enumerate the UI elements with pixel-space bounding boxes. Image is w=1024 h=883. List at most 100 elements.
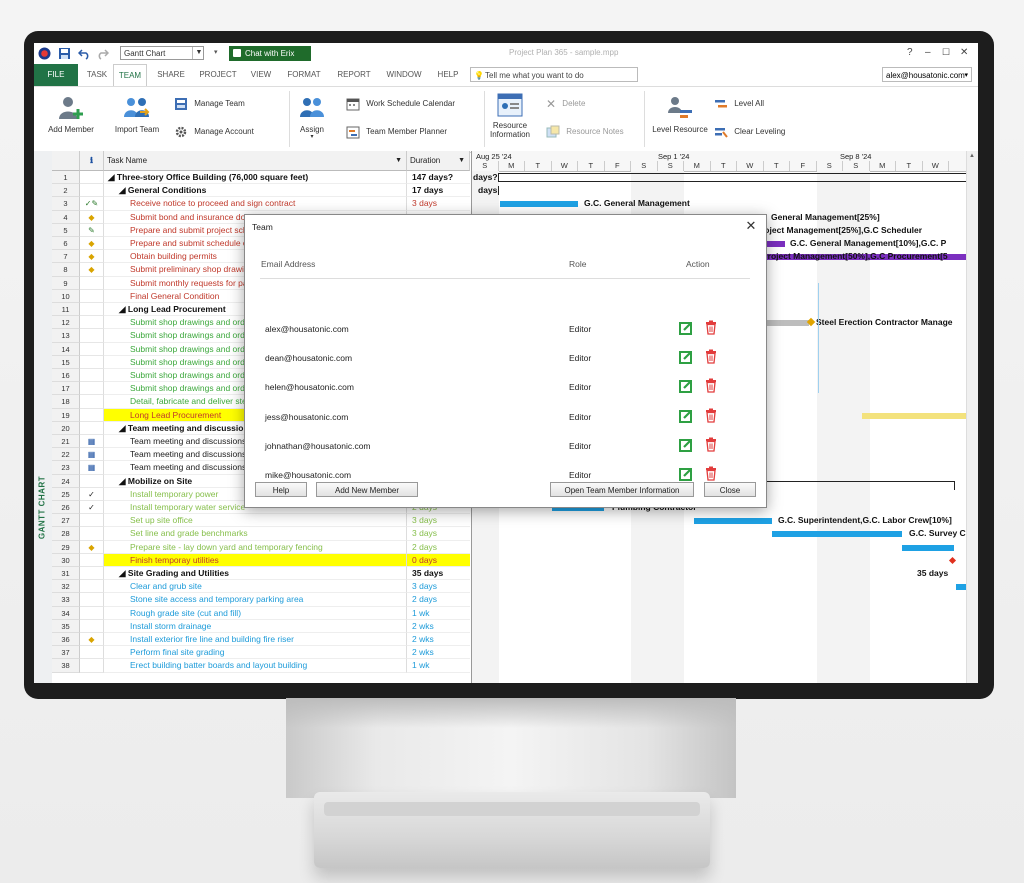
- work-schedule-calendar-button[interactable]: Work Schedule Calendar: [346, 97, 455, 111]
- delete-button[interactable]: ✕ Delete: [546, 97, 585, 111]
- task-bar[interactable]: [764, 320, 809, 327]
- table-row[interactable]: 30 Finish temporay utilities 0 days: [52, 553, 470, 567]
- row-id[interactable]: 18: [52, 395, 80, 409]
- task-bar[interactable]: [772, 531, 902, 538]
- duration-cell[interactable]: 3 days: [407, 514, 470, 528]
- tab-share[interactable]: SHARE: [154, 64, 188, 86]
- info-column-icon[interactable]: ℹ: [80, 151, 104, 171]
- close-window-button[interactable]: ✕: [960, 47, 968, 58]
- task-name-cell[interactable]: Install storm drainage: [104, 619, 407, 633]
- row-id[interactable]: 30: [52, 553, 80, 567]
- minimize-button[interactable]: –: [925, 47, 931, 58]
- task-name-cell[interactable]: Receive notice to proceed and sign contr…: [104, 197, 407, 211]
- table-row[interactable]: 31 ◢ Site Grading and Utilities 35 days: [52, 567, 470, 581]
- row-id[interactable]: 25: [52, 487, 80, 501]
- row-id[interactable]: 15: [52, 355, 80, 369]
- duration-cell[interactable]: 1 wk: [407, 659, 470, 673]
- row-id[interactable]: 6: [52, 237, 80, 251]
- table-row[interactable]: 28 Set line and grade benchmarks 3 days: [52, 527, 470, 541]
- row-id[interactable]: 34: [52, 606, 80, 620]
- task-name-cell[interactable]: ◢ General Conditions: [104, 184, 407, 198]
- chevron-down-icon[interactable]: ▼: [458, 151, 465, 171]
- row-id[interactable]: 33: [52, 593, 80, 607]
- row-id[interactable]: 37: [52, 646, 80, 660]
- edit-icon[interactable]: [679, 321, 693, 335]
- table-row[interactable]: 2 ◢ General Conditions 17 days: [52, 184, 470, 198]
- row-id[interactable]: 19: [52, 408, 80, 422]
- row-id[interactable]: 9: [52, 276, 80, 290]
- edit-icon[interactable]: [679, 350, 693, 365]
- task-bar-yellow[interactable]: [862, 412, 966, 419]
- row-id[interactable]: 2: [52, 184, 80, 198]
- add-member-button[interactable]: Add Member: [46, 95, 96, 134]
- undo-icon[interactable]: [78, 47, 91, 60]
- task-name-cell[interactable]: ◢ Three-story Office Building (76,000 sq…: [104, 171, 407, 185]
- task-name-cell[interactable]: Prepare site - lay down yard and tempora…: [104, 540, 407, 554]
- task-bar[interactable]: [902, 544, 954, 551]
- edit-icon[interactable]: [679, 379, 693, 394]
- close-button[interactable]: Close: [704, 482, 756, 497]
- task-bar[interactable]: [500, 201, 578, 208]
- row-id[interactable]: 10: [52, 289, 80, 303]
- row-id[interactable]: 31: [52, 567, 80, 581]
- row-id[interactable]: 14: [52, 342, 80, 356]
- summary-bar[interactable]: [498, 173, 966, 182]
- task-name-cell[interactable]: Set line and grade benchmarks: [104, 527, 407, 541]
- resource-information-button[interactable]: Resource Information: [488, 93, 532, 139]
- team-member-planner-button[interactable]: Team Member Planner: [346, 125, 447, 139]
- edit-icon[interactable]: [679, 467, 693, 481]
- table-row[interactable]: 38 Erect building batter boards and layou…: [52, 659, 470, 673]
- add-new-member-button[interactable]: Add New Member: [316, 482, 418, 497]
- duration-cell[interactable]: 2 wks: [407, 620, 470, 633]
- tab-help[interactable]: HELP: [434, 64, 462, 86]
- chevron-down-icon[interactable]: ▼: [192, 47, 205, 59]
- row-id[interactable]: 17: [52, 382, 80, 396]
- vertical-scrollbar[interactable]: ▲: [966, 151, 978, 683]
- save-icon[interactable]: [58, 47, 71, 60]
- task-name-cell[interactable]: Finish temporay utilities: [104, 553, 407, 567]
- task-name-cell[interactable]: Erect building batter boards and layout …: [104, 659, 407, 673]
- close-dialog-button[interactable]: ✕: [743, 218, 759, 234]
- trash-icon[interactable]: [705, 437, 717, 452]
- row-id[interactable]: 35: [52, 619, 80, 633]
- grid-corner[interactable]: [52, 151, 80, 171]
- trash-icon[interactable]: [705, 349, 717, 364]
- row-id[interactable]: 23: [52, 461, 80, 475]
- task-name-cell[interactable]: Stone site access and temporary parking …: [104, 593, 407, 607]
- open-team-member-information-button[interactable]: Open Team Member Information: [550, 482, 694, 497]
- row-id[interactable]: 21: [52, 435, 80, 449]
- restore-button[interactable]: ☐: [942, 47, 950, 58]
- table-row[interactable]: 35 Install storm drainage 2 wks: [52, 619, 470, 633]
- row-id[interactable]: 32: [52, 580, 80, 594]
- row-id[interactable]: 7: [52, 250, 80, 264]
- duration-cell[interactable]: 17 days: [407, 184, 470, 198]
- tell-me-search[interactable]: 💡 Tell me what you want to do: [470, 67, 638, 82]
- task-bar[interactable]: [694, 518, 772, 525]
- edit-icon[interactable]: [679, 409, 693, 423]
- row-id[interactable]: 26: [52, 501, 80, 515]
- tab-task[interactable]: TASK: [84, 64, 110, 86]
- row-id[interactable]: 3: [52, 197, 80, 211]
- tab-window[interactable]: WINDOW: [384, 64, 424, 86]
- account-select[interactable]: alex@housatonic.com ▾: [882, 67, 972, 82]
- chevron-down-icon[interactable]: ▼: [395, 151, 402, 171]
- duration-cell[interactable]: 2 wks: [407, 646, 470, 660]
- tab-file[interactable]: FILE: [34, 64, 78, 86]
- row-id[interactable]: 12: [52, 316, 80, 330]
- task-name-cell[interactable]: Rough grade site (cut and fill): [104, 606, 407, 620]
- tab-project[interactable]: PROJECT: [197, 64, 239, 86]
- duration-cell[interactable]: 1 wk: [407, 607, 470, 620]
- tab-format[interactable]: FORMAT: [284, 64, 324, 86]
- duration-cell[interactable]: 0 days: [407, 553, 470, 567]
- table-row[interactable]: 37 Perform final site grading 2 wks: [52, 646, 470, 660]
- duration-cell[interactable]: 3 days: [407, 197, 470, 211]
- row-id[interactable]: 24: [52, 474, 80, 488]
- duration-cell[interactable]: 2 days: [407, 593, 470, 607]
- task-name-cell[interactable]: ◢ Site Grading and Utilities: [104, 567, 407, 581]
- summary-bar[interactable]: [498, 186, 966, 196]
- row-id[interactable]: 29: [52, 540, 80, 554]
- import-team-button[interactable]: Import Team: [112, 95, 162, 134]
- row-id[interactable]: 1: [52, 171, 80, 185]
- tab-view[interactable]: VIEW: [248, 64, 274, 86]
- task-name-cell[interactable]: Perform final site grading: [104, 646, 407, 660]
